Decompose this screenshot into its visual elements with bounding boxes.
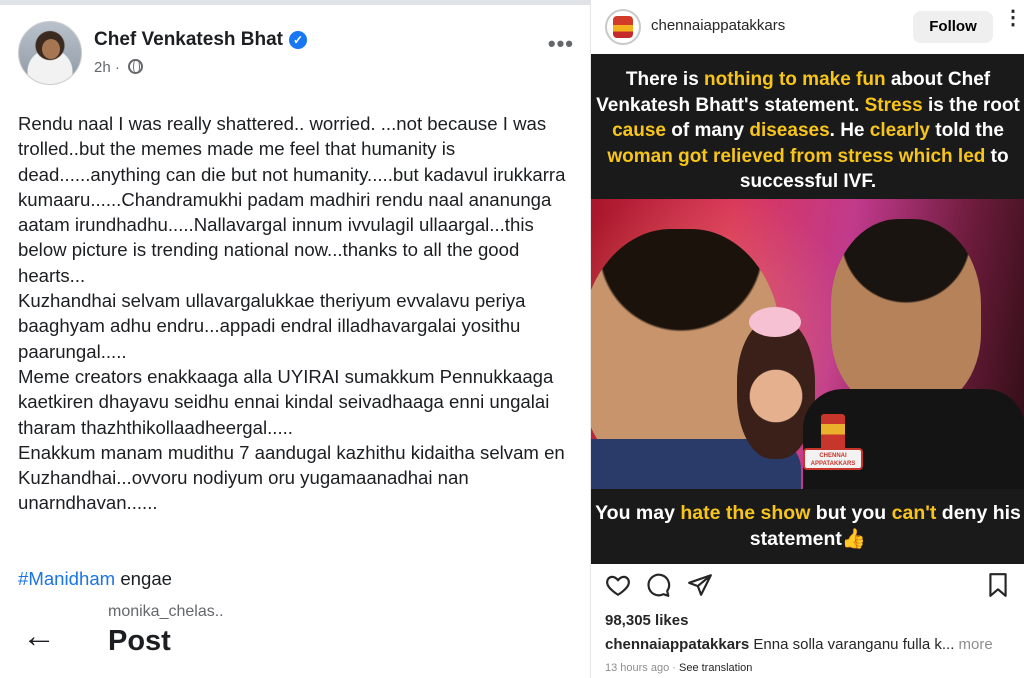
hashtag-line: #Manidham engae (18, 568, 172, 590)
ig-header: chennaiappatakkars Follow ⋮ (591, 0, 1024, 54)
post-body: Rendu naal I was really shattered.. worr… (18, 111, 584, 516)
meme-text-segment: clearly (869, 120, 931, 141)
caption-username[interactable]: chennaiappatakkars (605, 636, 749, 653)
meme-text-segment: is the root (922, 94, 1020, 116)
kebab-menu-icon[interactable]: ⋮ (1003, 8, 1023, 28)
meme-text-segment: You may (595, 502, 681, 524)
follow-button[interactable]: Follow (913, 11, 993, 43)
meme-text-segment: hate the show (680, 502, 811, 524)
watermark-logo: CHENNAI APPATAKKARS (803, 414, 863, 484)
verified-badge-icon: ✓ (289, 31, 307, 49)
instagram-post: chennaiappatakkars Follow ⋮ There is not… (590, 0, 1024, 678)
meme-text-segment: but you (810, 502, 892, 524)
meme-text-segment: can't (891, 502, 937, 524)
globe-icon[interactable] (128, 59, 144, 74)
meta-separator: · (114, 59, 125, 76)
author-avatar[interactable] (18, 21, 82, 85)
embedded-username: monika_chelas.. (108, 603, 224, 620)
bookmark-save-icon[interactable] (985, 572, 1011, 598)
see-translation-link[interactable]: See translation (679, 662, 752, 674)
thumbs-up-icon: 👍 (841, 528, 867, 550)
watermark-text: CHENNAI APPATAKKARS (803, 448, 863, 470)
post-paragraph: Kuzhandhai selvam ullavargalukkae theriy… (18, 290, 526, 362)
post-time-text: 13 hours ago (605, 662, 670, 674)
post-meta: 2h · (94, 59, 144, 76)
likes-count[interactable]: 98,305 likes (605, 612, 688, 629)
embedded-post-header: ← monika_chelas.. Post (18, 601, 578, 678)
meme-text-segment: told the (930, 120, 1004, 141)
embedded-title: Post (108, 625, 171, 657)
comment-icon[interactable] (645, 572, 671, 598)
post-timestamp[interactable]: 2h (94, 59, 111, 76)
meme-text-segment: of many (665, 120, 750, 141)
meme-bottom-text: You may hate the show but you can't deny… (591, 500, 1024, 552)
hashtag-suffix: engae (115, 568, 173, 589)
person-right (831, 219, 981, 409)
caption: chennaiappatakkars Enna solla varanganu … (605, 636, 1017, 653)
like-heart-icon[interactable] (605, 572, 631, 598)
author-name[interactable]: Chef Venkatesh Bhat ✓ (94, 29, 307, 51)
post-time: 13 hours ago · See translation (605, 662, 753, 674)
profile-logo-icon[interactable] (605, 9, 641, 45)
meme-text-segment: . He (829, 120, 870, 141)
share-send-icon[interactable] (687, 572, 713, 598)
caption-text: Enna solla varanganu fulla k... (749, 636, 955, 653)
meme-top-text: There is nothing to make fun about Chef … (591, 67, 1024, 195)
meme-text-segment: cause (612, 120, 666, 141)
action-bar (605, 572, 1011, 600)
meme-text-segment: woman got relieved from stress which led (607, 145, 986, 167)
meme-text-segment: diseases (749, 120, 830, 141)
post-paragraph: Rendu naal I was really shattered.. worr… (18, 113, 566, 286)
facebook-post: Chef Venkatesh Bhat ✓ 2h · ••• Rendu naal… (0, 0, 590, 678)
author-name-text[interactable]: Chef Venkatesh Bhat (94, 29, 283, 50)
caption-more-link[interactable]: more (954, 636, 993, 653)
post-paragraph: Meme creators enakkaaga alla UYIRAI suma… (18, 365, 554, 438)
meme-text-segment: nothing to make fun (704, 69, 886, 90)
post-image[interactable]: There is nothing to make fun about Chef … (591, 54, 1024, 564)
more-options-icon[interactable]: ••• (548, 31, 574, 57)
post-header: Chef Venkatesh Bhat ✓ 2h · ••• (18, 21, 578, 89)
back-arrow-icon[interactable]: ← (22, 619, 56, 653)
meme-text-segment: There is (625, 69, 705, 90)
meme-text-segment: Stress (864, 94, 923, 116)
meme-photo: CHENNAI APPATAKKARS (591, 199, 1024, 489)
ig-handle[interactable]: chennaiappatakkars (651, 17, 785, 34)
post-paragraph: Enakkum manam mudithu 7 aandugal kazhith… (18, 441, 565, 514)
hashtag-link[interactable]: #Manidham (18, 568, 115, 589)
